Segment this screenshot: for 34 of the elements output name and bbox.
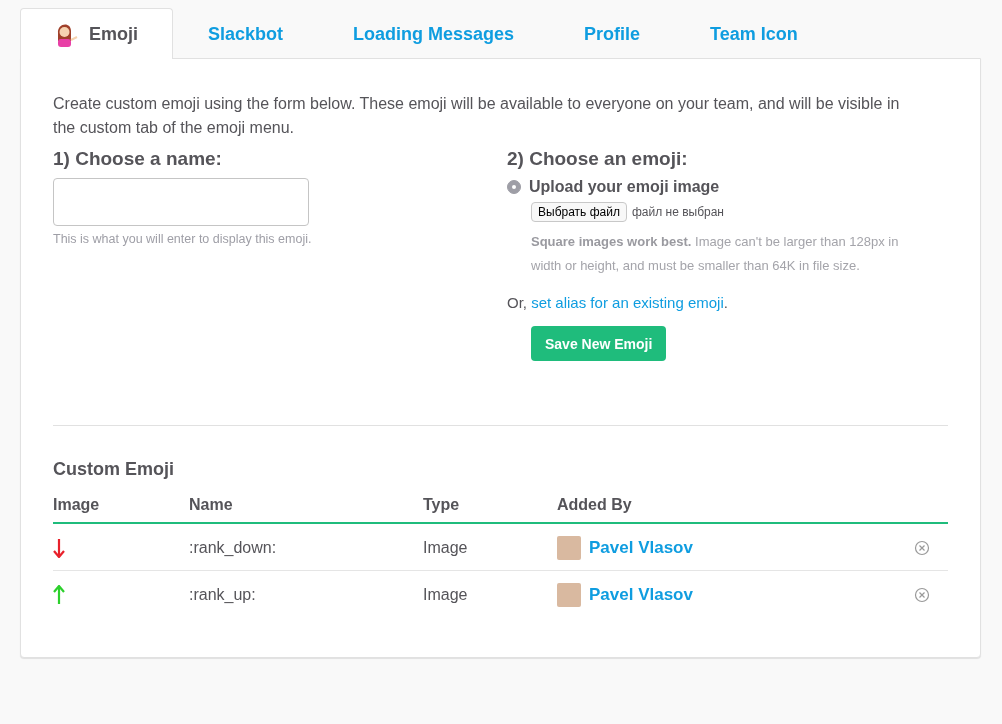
alias-text: Or, set alias for an existing emoji. [507, 294, 729, 311]
radio-button[interactable] [507, 180, 521, 194]
column-header: Added By [557, 490, 870, 523]
upload-note: Square images work best. Image can't be larger than 128px in width or height, and must be smaller than 64K in file size. [531, 233, 900, 275]
delete-icon[interactable] [914, 587, 930, 603]
table-title: Custom Emoji [53, 459, 175, 480]
user-link[interactable]: Pavel Vlasov [589, 538, 693, 558]
avatar-photo [557, 536, 581, 560]
user-link[interactable]: Pavel Vlasov [589, 585, 693, 605]
table-cell: :rank_down: [189, 539, 277, 556]
field-hint: This is what you will enter to display this emoji. [53, 232, 313, 246]
column-header: Name [189, 490, 423, 523]
section-heading: 2) Choose an emoji: [507, 148, 689, 170]
save-button[interactable]: Save New Emoji [531, 326, 667, 361]
delete-icon[interactable] [914, 540, 930, 556]
settings-tab[interactable]: Loading Messages [318, 8, 550, 59]
column-header: Image [53, 490, 189, 523]
table-cell: :rank_up: [189, 586, 256, 603]
woman-emoji-icon [55, 21, 79, 47]
section-heading: 1) Choose a name: [53, 148, 223, 170]
column-header: Type [423, 490, 557, 523]
settings-tab[interactable]: Slackbot [173, 8, 319, 59]
intro-text: Create custom emoji using the form below. These emoji will be available to everyone on your team, and will be visible in the custom tab of the emoji menu. [53, 94, 901, 138]
avatar-photo [557, 583, 581, 607]
radio-label: Upload your emoji image [529, 178, 720, 196]
settings-tab[interactable]: Emoji [20, 8, 173, 59]
table-cell: Image [423, 539, 468, 556]
choose-file-button[interactable]: Выбрать файл [531, 202, 627, 222]
table-cell: Image [423, 586, 468, 603]
file-status: файл не выбран [631, 205, 724, 219]
settings-tab[interactable]: Profile [549, 8, 676, 59]
settings-tab[interactable]: Team Icon [675, 8, 833, 59]
alias-link[interactable]: set alias for an existing emoji [531, 294, 724, 311]
name-input-field[interactable] [53, 178, 309, 226]
